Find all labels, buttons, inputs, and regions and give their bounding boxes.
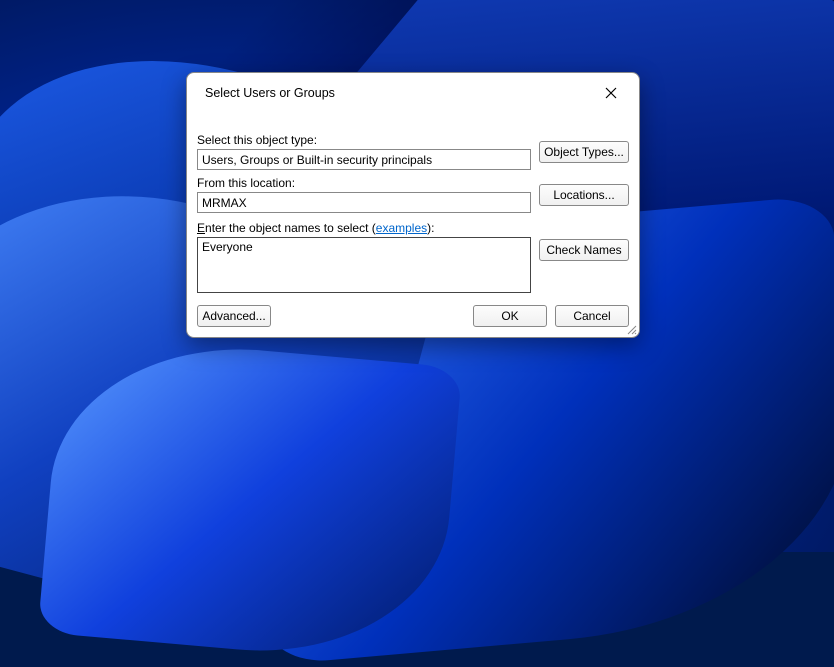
check-names-button[interactable]: Check Names bbox=[539, 239, 629, 261]
object-type-label: Select this object type: bbox=[197, 133, 531, 147]
object-names-row: Everyone Check Names bbox=[197, 237, 629, 293]
close-button[interactable] bbox=[597, 79, 625, 107]
advanced-button[interactable]: Advanced... bbox=[197, 305, 271, 327]
object-names-label-suffix: ): bbox=[427, 221, 434, 235]
location-field[interactable] bbox=[197, 192, 531, 213]
examples-link[interactable]: examples bbox=[376, 221, 427, 235]
location-row: From this location: Locations... bbox=[197, 176, 629, 213]
cancel-button[interactable]: Cancel bbox=[555, 305, 629, 327]
object-names-label: Enter the object names to select (exampl… bbox=[197, 221, 629, 235]
location-btn-col: Locations... bbox=[539, 184, 629, 206]
ok-button[interactable]: OK bbox=[473, 305, 547, 327]
titlebar[interactable]: Select Users or Groups bbox=[187, 73, 639, 113]
resize-grip-icon bbox=[625, 323, 637, 335]
locations-button[interactable]: Locations... bbox=[539, 184, 629, 206]
object-type-btn-col: Object Types... bbox=[539, 141, 629, 163]
location-field-col: From this location: bbox=[197, 176, 531, 213]
location-label: From this location: bbox=[197, 176, 531, 190]
object-types-button[interactable]: Object Types... bbox=[539, 141, 629, 163]
dialog-content: Select this object type: Object Types...… bbox=[187, 113, 639, 337]
object-type-field-col: Select this object type: bbox=[197, 133, 531, 170]
bottom-button-row: Advanced... OK Cancel bbox=[197, 305, 629, 327]
object-names-label-accel: E bbox=[197, 221, 205, 235]
object-names-label-prefix: nter the object names to select ( bbox=[205, 221, 376, 235]
object-type-field[interactable] bbox=[197, 149, 531, 170]
object-names-input[interactable]: Everyone bbox=[197, 237, 531, 293]
object-type-row: Select this object type: Object Types... bbox=[197, 133, 629, 170]
check-names-col: Check Names bbox=[539, 237, 629, 261]
resize-grip[interactable] bbox=[625, 323, 637, 335]
dialog-title: Select Users or Groups bbox=[205, 86, 335, 100]
close-icon bbox=[605, 87, 617, 99]
select-users-groups-dialog: Select Users or Groups Select this objec… bbox=[186, 72, 640, 338]
